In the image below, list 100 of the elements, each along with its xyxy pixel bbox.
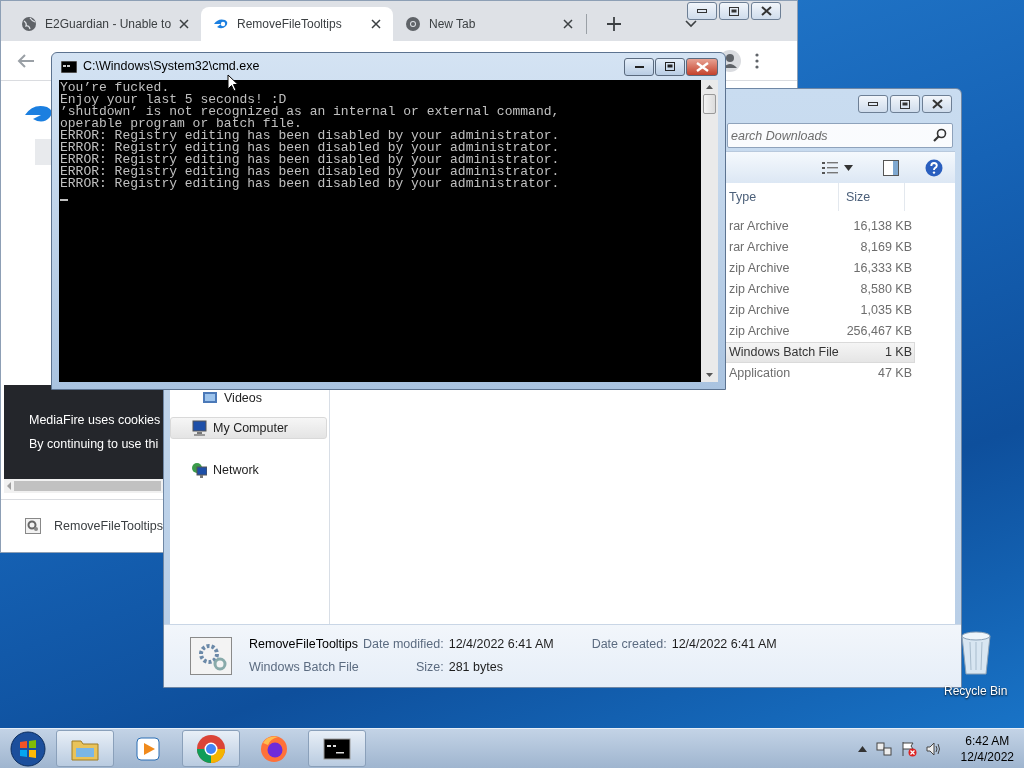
close-icon	[695, 61, 709, 72]
maximize-icon	[665, 62, 675, 71]
field-label: Size:	[414, 659, 445, 676]
console-line: ’shutdown’ is not recognized as an internal or external command,	[60, 106, 560, 118]
speaker-icon[interactable]	[925, 740, 942, 757]
close-icon	[760, 6, 772, 16]
file-row[interactable]: zip Archive 8,580 KB	[725, 279, 915, 300]
nav-item[interactable]: Videos	[170, 387, 327, 409]
type-cell-text: zip Archive	[728, 281, 791, 299]
field-value: 12/4/2022 6:41 AM	[671, 636, 777, 654]
nav-label: My Computer	[213, 419, 289, 437]
minimize-button[interactable]	[624, 57, 654, 76]
file-type: Windows Batch File	[249, 659, 360, 676]
scrollbar-thumb[interactable]	[14, 481, 161, 491]
nav-label: Videos	[224, 389, 262, 407]
maximize-button[interactable]	[719, 2, 749, 20]
chevron-down-icon[interactable]	[685, 20, 697, 28]
search-icon[interactable]	[933, 127, 947, 142]
network-icon[interactable]	[875, 740, 892, 757]
console-line: operable program or batch file.	[60, 118, 302, 130]
nav-item[interactable]: Network	[170, 459, 327, 481]
maximize-button[interactable]	[890, 95, 920, 113]
flag-icon[interactable]	[900, 740, 917, 757]
file-row[interactable]: rar Archive 8,169 KB	[725, 237, 915, 258]
close-icon[interactable]	[563, 19, 573, 29]
browser-tab[interactable]: New Tab	[393, 7, 585, 41]
browser-tab[interactable]: E2Guardian - Unable to	[9, 7, 201, 41]
menu-icon[interactable]	[755, 52, 759, 69]
scrollbar[interactable]	[701, 80, 718, 382]
size-cell-text: 8,169 KB	[859, 239, 913, 257]
show-hidden-icons-icon[interactable]	[857, 745, 867, 752]
recycle-bin-icon[interactable]	[958, 630, 993, 676]
column-header[interactable]: Size	[839, 183, 905, 211]
file-row[interactable]: Windows Batch File 1 KB	[725, 342, 915, 363]
minimize-button[interactable]	[858, 95, 888, 113]
type-cell-text: Windows Batch File	[728, 344, 840, 362]
minimize-button[interactable]	[687, 2, 717, 20]
console-line: You’re fucked.	[60, 82, 170, 94]
size-cell-text: 1,035 KB	[859, 302, 913, 320]
close-button[interactable]	[686, 57, 718, 76]
nav-label: Network	[213, 461, 259, 479]
type-cell-text: zip Archive	[728, 302, 791, 320]
preview-pane-icon[interactable]	[883, 159, 899, 176]
plus-icon[interactable]	[607, 17, 621, 31]
download-item[interactable]: RemoveFileTooltips	[54, 516, 164, 536]
file-row[interactable]: Application 47 KB	[725, 363, 915, 384]
chrome-logo-icon	[195, 732, 227, 765]
window-title: C:\Windows\System32\cmd.exe	[83, 58, 261, 76]
gear-file-icon	[190, 637, 232, 675]
file-row[interactable]: rar Archive 16,138 KB	[725, 216, 915, 237]
file-row[interactable]: zip Archive 256,467 KB	[725, 321, 915, 342]
nav-item[interactable]: My Computer	[170, 417, 327, 439]
size-cell-text: 47 KB	[876, 365, 913, 383]
tab-title: RemoveFileTooltips	[237, 16, 342, 33]
console-line: ERROR: Registry editing has been disabled by your administrator.	[60, 130, 560, 142]
field-value: 281 bytes	[448, 659, 504, 676]
size-cell-text: 1 KB	[883, 344, 913, 362]
clock[interactable]: 6:42 AM 12/4/2022	[960, 732, 1014, 765]
gear-file-icon	[25, 518, 41, 534]
maximize-button[interactable]	[655, 57, 685, 76]
help-icon[interactable]	[925, 158, 943, 177]
film-icon	[202, 390, 218, 406]
scrollbar-thumb[interactable]	[703, 94, 716, 114]
size-cell-text: 256,467 KB	[846, 323, 913, 341]
chrome-logo-icon	[405, 16, 421, 32]
file-name: RemoveFileTooltips	[249, 636, 360, 654]
close-button[interactable]	[751, 2, 781, 20]
start-button[interactable]	[8, 729, 48, 768]
console-line: ERROR: Registry editing has been disabled by your administrator.	[60, 166, 560, 178]
type-cell-text: rar Archive	[728, 218, 790, 236]
close-icon[interactable]	[371, 19, 381, 29]
globe-icon	[21, 16, 37, 32]
caret-icon[interactable]	[844, 164, 853, 171]
size-cell-text: 16,138 KB	[852, 218, 913, 236]
taskbar-button[interactable]	[308, 730, 366, 767]
search-field[interactable]: earch Downloads	[727, 123, 953, 148]
clock-time: 6:42 AM	[965, 732, 1010, 749]
view-list-icon[interactable]	[822, 160, 838, 175]
field-value: 12/4/2022 6:41 AM	[448, 636, 554, 654]
field-label: Date created:	[590, 636, 668, 654]
cursor	[60, 199, 68, 201]
clock-date: 12/4/2022	[960, 748, 1014, 765]
file-row[interactable]: zip Archive 1,035 KB	[725, 300, 915, 321]
close-button[interactable]	[922, 95, 952, 113]
tab-title: New Tab	[429, 16, 476, 33]
console-icon	[61, 60, 77, 73]
size-cell-text: 8,580 KB	[859, 281, 913, 299]
field-label: Date modified:	[363, 636, 445, 654]
file-row[interactable]: zip Archive 16,333 KB	[725, 258, 915, 279]
close-icon[interactable]	[179, 19, 190, 29]
console-line: ERROR: Registry editing has been disabled by your administrator.	[60, 178, 560, 190]
desktop-icon-label[interactable]: Recycle Bin	[944, 682, 1008, 700]
browser-tab[interactable]: RemoveFileTooltips	[201, 7, 393, 41]
console-line: Enjoy your last 5 seconds! :D	[60, 94, 287, 106]
network-icon	[191, 462, 207, 478]
cookie-text: MediaFire uses cookies	[29, 411, 161, 429]
maximize-icon	[729, 6, 739, 16]
back-arrow-icon[interactable]	[17, 52, 35, 69]
cookie-text: By continuing to use thi	[29, 435, 159, 453]
close-icon	[931, 99, 943, 109]
